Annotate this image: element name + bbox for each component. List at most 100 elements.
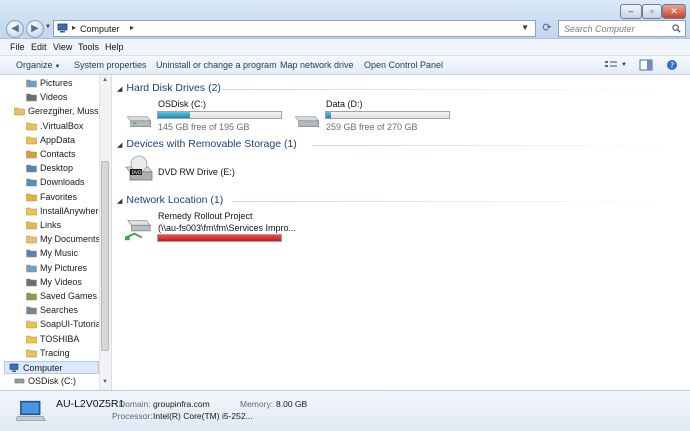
- nav-item-searches[interactable]: Searches: [26, 304, 96, 317]
- minimize-button[interactable]: –: [620, 4, 642, 19]
- preview-pane-icon[interactable]: [639, 59, 653, 71]
- nav-item-soapui-tutorials[interactable]: SoapUI-Tutorials: [26, 318, 107, 331]
- processor-label: Processor:: [112, 411, 153, 421]
- organize-button[interactable]: Organize ▼: [16, 60, 60, 70]
- collapse-triangle-icon[interactable]: ◢: [117, 198, 122, 205]
- group-network-location[interactable]: ◢ Network Location (1): [117, 194, 223, 206]
- nav-item-contacts[interactable]: Contacts: [26, 148, 96, 161]
- nav-item-links[interactable]: Links: [26, 219, 96, 232]
- nav-item-appdata[interactable]: AppData: [26, 134, 96, 147]
- nav-item-label: Gerezgiher, Mussie: [28, 106, 106, 117]
- contacts-icon: [26, 150, 37, 159]
- nav-item-desktop[interactable]: Desktop: [26, 162, 96, 175]
- refresh-button[interactable]: ⟳: [539, 20, 555, 37]
- system-properties-button[interactable]: System properties: [74, 60, 147, 70]
- menu-tools[interactable]: Tools: [78, 42, 99, 52]
- drive-c-usage-fill: [158, 112, 190, 118]
- nav-item-downloads[interactable]: Downloads: [26, 176, 96, 189]
- folder-icon: [26, 207, 37, 216]
- nav-item-label: My Music: [40, 248, 78, 259]
- network-path: (\\au-fs003\fm\fm\Services Impro...: [158, 223, 297, 233]
- back-button[interactable]: ◀: [6, 20, 24, 38]
- group-removable-storage[interactable]: ◢ Devices with Removable Storage (1): [117, 138, 297, 150]
- nav-item-label: Tracing: [40, 347, 70, 358]
- forward-button[interactable]: ▶: [26, 20, 44, 38]
- chevron-right-icon[interactable]: ▸: [130, 23, 134, 32]
- nav-item-label: OSDisk (C:): [28, 376, 76, 387]
- menu-help[interactable]: Help: [105, 42, 124, 52]
- menu-file[interactable]: File: [10, 42, 25, 52]
- drive-d-usage-fill: [326, 112, 331, 118]
- hard-drive-icon: [126, 116, 152, 127]
- nav-item-my-videos[interactable]: My Videos: [26, 276, 96, 289]
- nav-scroll-thumb[interactable]: [101, 161, 109, 351]
- nav-scrollbar[interactable]: ▲ ▼: [99, 75, 111, 390]
- maximize-button[interactable]: ▫: [642, 4, 662, 19]
- folder-icon: [26, 136, 37, 145]
- memory-value: 8.00 GB: [276, 399, 308, 409]
- computer-icon: [9, 363, 19, 372]
- documents-icon: [26, 235, 37, 244]
- menu-view[interactable]: View: [53, 42, 72, 52]
- title-bar: ◀ ▶ ▼ ▸ Computer ▸ ▼ ⟳ Search Computer –…: [0, 0, 690, 39]
- group-label: Network Location (1): [126, 194, 224, 206]
- nav-item-favorites[interactable]: Favorites: [26, 191, 96, 204]
- hard-drive-icon: [294, 116, 320, 127]
- nav-item-osdisk-c[interactable]: OSDisk (C:): [14, 375, 96, 388]
- computer-icon: [57, 23, 68, 33]
- open-control-panel-button[interactable]: Open Control Panel: [364, 60, 443, 70]
- nav-item-label: Pictures: [40, 78, 73, 88]
- network-usage-bar: [157, 234, 282, 242]
- nav-item-virtualbox[interactable]: .VirtualBox: [26, 120, 96, 133]
- chevron-right-icon[interactable]: ▸: [72, 23, 76, 32]
- nav-item-gerezgiher-mussie[interactable]: Gerezgiher, Mussie: [14, 105, 106, 118]
- change-view-icon[interactable]: [604, 59, 618, 71]
- address-dropdown-icon[interactable]: ▼: [521, 23, 529, 32]
- address-bar[interactable]: ▸ Computer ▸ ▼: [53, 20, 536, 37]
- network-drive-icon: [125, 220, 151, 241]
- music-icon: [26, 250, 37, 258]
- nav-item-computer[interactable]: Computer: [4, 361, 99, 374]
- group-label: Devices with Removable Storage (1): [126, 138, 297, 150]
- nav-item-tracing[interactable]: Tracing: [26, 347, 96, 360]
- search-input[interactable]: Search Computer: [558, 20, 686, 37]
- nav-item-saved-games[interactable]: Saved Games: [26, 290, 98, 303]
- nav-item-label: Contacts: [40, 149, 76, 159]
- collapse-triangle-icon[interactable]: ◢: [117, 142, 122, 149]
- close-button[interactable]: ✕: [662, 4, 686, 19]
- menu-edit[interactable]: Edit: [31, 42, 47, 52]
- uninstall-program-button[interactable]: Uninstall or change a program: [156, 60, 277, 70]
- chevron-down-icon: ▼: [54, 64, 61, 70]
- nav-item-videos[interactable]: Videos: [26, 91, 96, 104]
- pictures-icon: [26, 79, 37, 88]
- address-crumb-computer[interactable]: Computer: [80, 24, 120, 34]
- drive-d-free-space: 259 GB free of 270 GB: [326, 122, 418, 132]
- computer-icon: [16, 400, 46, 422]
- folder-icon: [26, 335, 37, 343]
- dvd-drive-icon: DVD: [125, 155, 153, 181]
- nav-item-label: Desktop: [40, 163, 74, 174]
- group-hard-disk-drives[interactable]: ◢ Hard Disk Drives (2): [117, 82, 221, 94]
- nav-item-my-documents[interactable]: My Documents: [26, 233, 100, 246]
- nav-item-toshiba[interactable]: TOSHIBA: [26, 333, 96, 346]
- help-icon[interactable]: ?: [665, 59, 679, 71]
- desktop-icon: [26, 164, 37, 173]
- map-network-drive-button[interactable]: Map network drive: [280, 60, 354, 70]
- nav-item-installanywhere[interactable]: InstallAnywhere: [26, 205, 104, 218]
- nav-item-label: Saved Games: [40, 291, 98, 301]
- drive-c-name: OSDisk (C:): [158, 99, 206, 109]
- scroll-down-icon[interactable]: ▼: [102, 379, 108, 385]
- collapse-triangle-icon[interactable]: ◢: [117, 86, 122, 93]
- nav-item-label: .VirtualBox: [40, 120, 84, 131]
- recent-pages-dropdown[interactable]: ▼: [45, 24, 51, 30]
- nav-item-label: My Videos: [40, 276, 82, 287]
- nav-item-pictures[interactable]: Pictures: [26, 77, 96, 90]
- nav-item-my-pictures[interactable]: My Pictures: [26, 262, 96, 275]
- nav-item-label: SoapUI-Tutorials: [40, 319, 108, 330]
- details-pane: AU-L2V0Z5R1 Domain: groupinfra.com Memor…: [0, 390, 690, 431]
- downloads-icon: [26, 179, 37, 187]
- scroll-up-icon[interactable]: ▲: [102, 77, 108, 83]
- domain-label: Domain:: [119, 399, 151, 409]
- chevron-down-icon[interactable]: ▼: [621, 62, 627, 68]
- nav-item-my-music[interactable]: My Music: [26, 247, 96, 260]
